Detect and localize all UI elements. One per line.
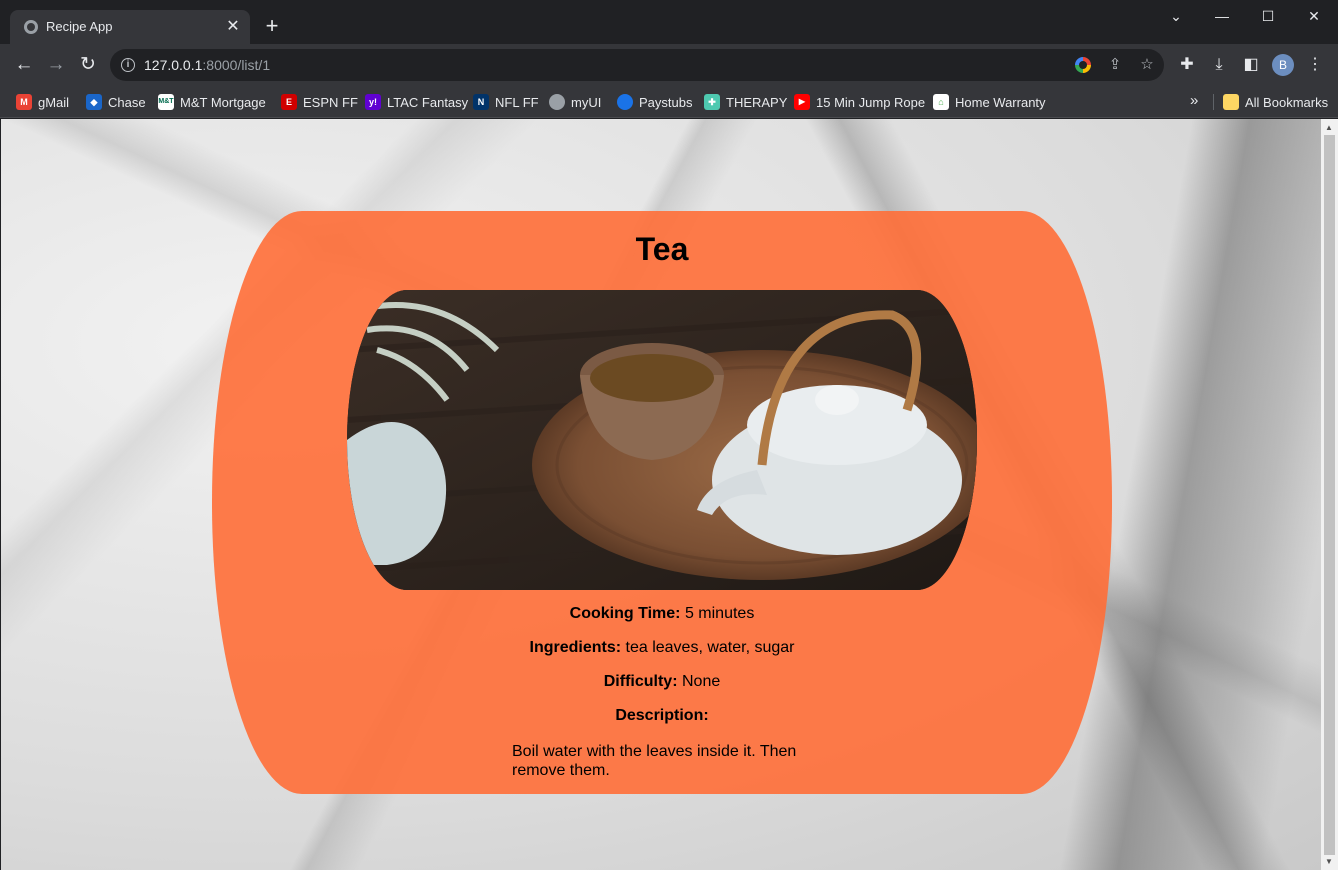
address-bar[interactable]: i 127.0.0.1:8000/list/1 ⇪ ☆ (110, 49, 1164, 81)
ingredients-value: tea leaves, water, sugar (625, 639, 795, 656)
side-panel-icon[interactable]: ◧ (1240, 54, 1262, 76)
espn-icon: E (281, 94, 297, 110)
bookmark-home-warranty[interactable]: ⌂ Home Warranty (933, 92, 1046, 112)
scroll-up-icon[interactable]: ▲ (1325, 123, 1333, 132)
minimize-button[interactable]: — (1199, 4, 1245, 28)
bookmark-paystubs[interactable]: Paystubs (617, 92, 692, 112)
bookmark-gmail[interactable]: M gMail (16, 92, 69, 112)
difficulty-row: Difficulty: None (603, 673, 721, 690)
bookmark-nfl-ff[interactable]: N NFL FF (473, 92, 539, 112)
home-warranty-icon: ⌂ (933, 94, 949, 110)
close-window-button[interactable]: ✕ (1291, 4, 1337, 28)
browser-tab[interactable]: Recipe App ✕ (10, 10, 250, 44)
globe-icon (24, 20, 38, 34)
menu-icon[interactable]: ⋮ (1304, 54, 1326, 76)
profile-avatar[interactable]: B (1272, 54, 1294, 76)
nfl-icon: N (473, 94, 489, 110)
description-text: Boil water with the leaves inside it. Th… (512, 743, 797, 779)
bookmark-jump-rope[interactable]: ▶ 15 Min Jump Rope (794, 92, 925, 112)
close-tab-icon[interactable]: ✕ (224, 18, 242, 36)
download-icon[interactable]: ⤓ (1208, 54, 1230, 76)
browser-toolbar: ← → ↻ i 127.0.0.1:8000/list/1 ⇪ ☆ ✚ ⤓ ◧ … (0, 44, 1338, 86)
share-icon[interactable]: ⇪ (1105, 55, 1125, 75)
back-button[interactable]: ← (11, 52, 37, 78)
bookmark-chase[interactable]: ◆ Chase (86, 92, 146, 112)
forward-button[interactable]: → (43, 52, 69, 78)
page-viewport: Tea Cooking Time: 5 minutes Ingredients:… (1, 119, 1321, 870)
cooking-time-value: 5 minutes (684, 605, 755, 622)
recipe-card: Tea Cooking Time: 5 minutes Ingredients:… (212, 211, 1112, 794)
description-heading: Description: (615, 707, 709, 724)
tab-title: Recipe App (46, 19, 113, 34)
bookmark-espn-ff[interactable]: E ESPN FF (281, 92, 358, 112)
folder-icon (1223, 94, 1239, 110)
scroll-down-icon[interactable]: ▼ (1325, 857, 1333, 866)
all-bookmarks-folder[interactable]: All Bookmarks (1223, 92, 1328, 112)
more-bookmarks-icon[interactable]: » (1190, 92, 1198, 109)
site-info-icon[interactable]: i (121, 58, 135, 72)
bookmark-star-icon[interactable]: ☆ (1137, 55, 1157, 75)
chase-icon: ◆ (86, 94, 102, 110)
google-icon[interactable] (1075, 57, 1091, 73)
url-text[interactable]: 127.0.0.1:8000/list/1 (144, 57, 270, 73)
page-scrollbar[interactable]: ▲ ▼ (1321, 119, 1338, 870)
browser-titlebar: Recipe App ✕ + ⌄ — ☐ ✕ (0, 0, 1338, 44)
difficulty-value: None (681, 673, 721, 690)
reload-button[interactable]: ↻ (75, 52, 101, 78)
bookmarks-bar: M gMail ◆ Chase M&T M&T Mortgage E ESPN … (0, 86, 1338, 118)
youtube-icon: ▶ (794, 94, 810, 110)
teapot-photo-illustration (347, 290, 977, 590)
globe-icon (549, 94, 565, 110)
bookmark-ltac-fantasy[interactable]: y! LTAC Fantasy (365, 92, 468, 112)
paystubs-icon (617, 94, 633, 110)
recipe-details: Cooking Time: 5 minutes Ingredients: tea… (212, 605, 1112, 741)
cooking-time-row: Cooking Time: 5 minutes (569, 605, 755, 622)
gmail-icon: M (16, 94, 32, 110)
yahoo-icon: y! (365, 94, 381, 110)
bookmark-mt-mortgage[interactable]: M&T M&T Mortgage (158, 92, 266, 112)
bookmarks-divider (1213, 94, 1214, 110)
recipe-title: Tea (635, 231, 689, 267)
new-tab-button[interactable]: + (260, 15, 284, 39)
tab-search-icon[interactable]: ⌄ (1153, 4, 1199, 28)
mt-icon: M&T (158, 94, 174, 110)
bookmark-therapy[interactable]: ✚ THERAPY (704, 92, 787, 112)
ingredients-row: Ingredients: tea leaves, water, sugar (529, 639, 795, 656)
maximize-button[interactable]: ☐ (1245, 4, 1291, 28)
recipe-image (347, 290, 977, 590)
bookmark-myui[interactable]: myUI (549, 92, 601, 112)
scrollbar-thumb[interactable] (1324, 135, 1335, 855)
extensions-icon[interactable]: ✚ (1176, 54, 1198, 76)
therapy-icon: ✚ (704, 94, 720, 110)
